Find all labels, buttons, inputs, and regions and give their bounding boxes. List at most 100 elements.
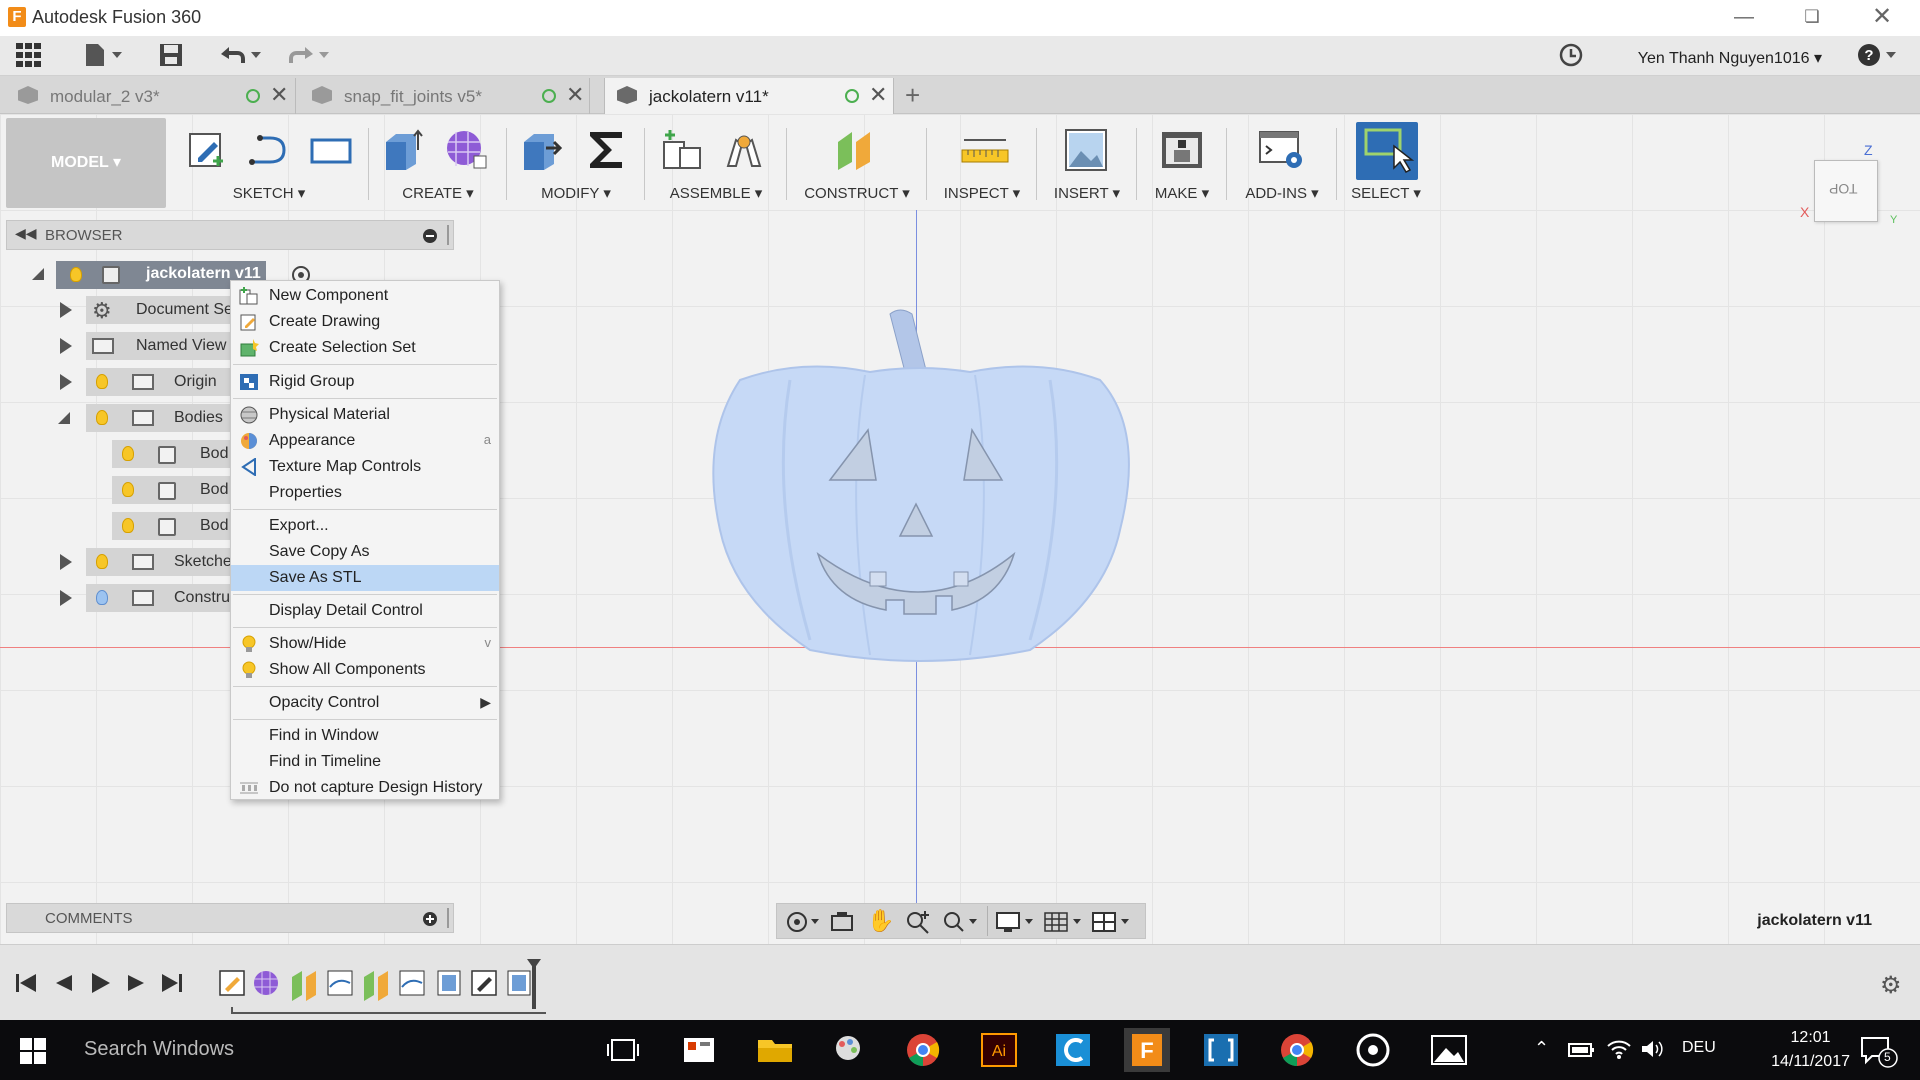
zoom-icon[interactable] <box>905 910 931 938</box>
visibility-bulb-icon[interactable] <box>122 446 134 461</box>
tab-modular-2[interactable]: modular_2 v3* ✕ <box>6 78 296 114</box>
windows-start-icon[interactable] <box>20 1038 46 1068</box>
view-cube[interactable]: TOP Z X Y <box>1800 142 1910 232</box>
taskbar-paint-icon[interactable] <box>826 1028 872 1072</box>
3d-print-icon[interactable] <box>1160 128 1204 172</box>
line-icon[interactable] <box>246 128 290 172</box>
display-settings-icon[interactable] <box>995 910 1035 938</box>
menu-item-export[interactable]: Export... <box>231 513 499 539</box>
panel-grip[interactable] <box>447 225 449 245</box>
collapse-panel-icon[interactable]: ◀◀ <box>15 225 37 242</box>
close-tab-icon[interactable]: ✕ <box>270 82 288 108</box>
create-group[interactable]: CREATE ▾ <box>374 122 502 206</box>
visibility-bulb-icon[interactable] <box>122 518 134 533</box>
menu-item-new-component[interactable]: New Component <box>231 283 499 309</box>
press-pull-icon[interactable] <box>520 128 564 172</box>
help-icon[interactable]: ? <box>1856 42 1900 70</box>
go-to-start-icon[interactable] <box>14 971 38 999</box>
taskbar-chrome-icon-2[interactable] <box>1274 1028 1320 1072</box>
insert-group[interactable]: INSERT ▾ <box>1042 122 1132 206</box>
step-forward-icon[interactable] <box>124 971 148 999</box>
modify-group[interactable]: MODIFY ▾ <box>512 122 640 206</box>
pan-hand-icon[interactable]: ✋ <box>867 908 894 934</box>
view-cube-face[interactable]: TOP <box>1814 160 1878 222</box>
panel-toggle-icon[interactable] <box>423 229 437 243</box>
inspect-group[interactable]: INSPECT ▾ <box>932 122 1032 206</box>
menu-item-save-as-stl[interactable]: Save As STL <box>231 565 499 591</box>
visibility-bulb-icon[interactable] <box>96 410 108 425</box>
play-icon[interactable] <box>88 971 112 999</box>
system-clock[interactable]: 12:01 14/11/2017 <box>1771 1026 1850 1074</box>
sketch-group[interactable]: SKETCH ▾ <box>174 122 364 206</box>
offset-plane-icon[interactable] <box>834 128 878 172</box>
taskbar-illustrator-icon[interactable]: Ai <box>976 1028 1022 1072</box>
taskbar-photos-icon[interactable] <box>1426 1028 1472 1072</box>
task-view-icon[interactable] <box>600 1028 646 1072</box>
job-status-clock-icon[interactable] <box>1556 42 1586 70</box>
menu-item-find-in-window[interactable]: Find in Window <box>231 723 499 749</box>
add-comment-icon[interactable] <box>423 912 437 926</box>
menu-item-save-copy-as[interactable]: Save Copy As <box>231 539 499 565</box>
menu-item-create-drawing[interactable]: Create Drawing <box>231 309 499 335</box>
close-window-button[interactable]: ✕ <box>1854 0 1910 36</box>
browser-panel-header[interactable]: ◀◀ BROWSER <box>6 220 454 250</box>
insert-image-icon[interactable] <box>1064 128 1108 172</box>
menu-item-show-hide[interactable]: Show/Hide v <box>231 631 499 657</box>
visibility-bulb-icon[interactable] <box>96 554 108 569</box>
minimize-button[interactable]: — <box>1716 0 1772 36</box>
menu-item-show-all-components[interactable]: Show All Components <box>231 657 499 683</box>
viewports-icon[interactable] <box>1091 910 1131 938</box>
orbit-icon[interactable] <box>785 910 823 938</box>
extrude-icon[interactable] <box>382 128 426 172</box>
new-component-icon[interactable] <box>660 128 704 172</box>
measure-ruler-icon[interactable] <box>960 128 1009 172</box>
visibility-bulb-icon[interactable] <box>96 374 108 389</box>
form-icon[interactable] <box>444 128 488 172</box>
fit-zoom-icon[interactable] <box>941 910 979 938</box>
taskbar-groove-music-icon[interactable] <box>1350 1028 1396 1072</box>
new-tab-icon[interactable]: + <box>905 80 920 111</box>
input-language[interactable]: DEU <box>1682 1039 1716 1057</box>
joint-icon[interactable] <box>722 128 766 172</box>
scripts-addins-icon[interactable] <box>1258 128 1302 172</box>
taskbar-app-office-icon[interactable] <box>676 1028 722 1072</box>
action-center-icon[interactable]: 5 <box>1858 1034 1898 1072</box>
menu-item-do-not-capture-history[interactable]: Do not capture Design History <box>231 775 499 801</box>
construct-group[interactable]: CONSTRUCT ▾ <box>792 122 922 206</box>
menu-item-appearance[interactable]: Appearance a <box>231 428 499 454</box>
rectangle-icon[interactable] <box>308 128 352 172</box>
taskbar-file-explorer-icon[interactable] <box>752 1028 798 1072</box>
tab-jackolatern[interactable]: jackolatern v11* ✕ <box>604 78 894 114</box>
make-group[interactable]: MAKE ▾ <box>1142 122 1222 206</box>
close-tab-icon[interactable]: ✕ <box>869 82 887 108</box>
user-account-menu[interactable]: Yen Thanh Nguyen1016 ▾ <box>1638 48 1822 68</box>
save-icon[interactable] <box>156 42 186 70</box>
select-icon[interactable] <box>1356 122 1418 180</box>
create-sketch-icon[interactable] <box>184 128 228 172</box>
menu-item-properties[interactable]: Properties <box>231 480 499 506</box>
menu-item-physical-material[interactable]: Physical Material <box>231 402 499 428</box>
menu-item-create-selection-set[interactable]: Create Selection Set <box>231 335 499 361</box>
menu-item-display-detail-control[interactable]: Display Detail Control <box>231 598 499 624</box>
taskbar-fusion360-icon[interactable]: F <box>1124 1028 1170 1072</box>
file-menu-icon[interactable] <box>78 42 128 70</box>
expand-toggle-icon[interactable] <box>60 338 72 354</box>
menu-item-opacity-control[interactable]: Opacity Control ▶ <box>231 690 499 716</box>
sigma-parameters-icon[interactable] <box>584 128 628 172</box>
restore-button[interactable]: ❏ <box>1784 0 1840 36</box>
assemble-group[interactable]: ASSEMBLE ▾ <box>650 122 782 206</box>
battery-icon[interactable] <box>1568 1040 1596 1064</box>
expand-toggle-icon[interactable] <box>60 554 72 570</box>
visibility-bulb-icon[interactable] <box>122 482 134 497</box>
select-group[interactable]: SELECT ▾ <box>1342 122 1430 206</box>
expand-toggle-icon[interactable] <box>32 268 44 280</box>
pumpkin-model[interactable] <box>700 300 1140 680</box>
timeline-marker[interactable] <box>527 959 541 1009</box>
menu-item-find-in-timeline[interactable]: Find in Timeline <box>231 749 499 775</box>
expand-toggle-icon[interactable] <box>60 302 72 318</box>
step-back-icon[interactable] <box>52 971 76 999</box>
taskbar-app-bracket-icon[interactable] <box>1198 1028 1244 1072</box>
taskbar-chrome-icon[interactable] <box>900 1028 946 1072</box>
add-ins-group[interactable]: ADD-INS ▾ <box>1232 122 1332 206</box>
wifi-icon[interactable] <box>1606 1038 1632 1064</box>
